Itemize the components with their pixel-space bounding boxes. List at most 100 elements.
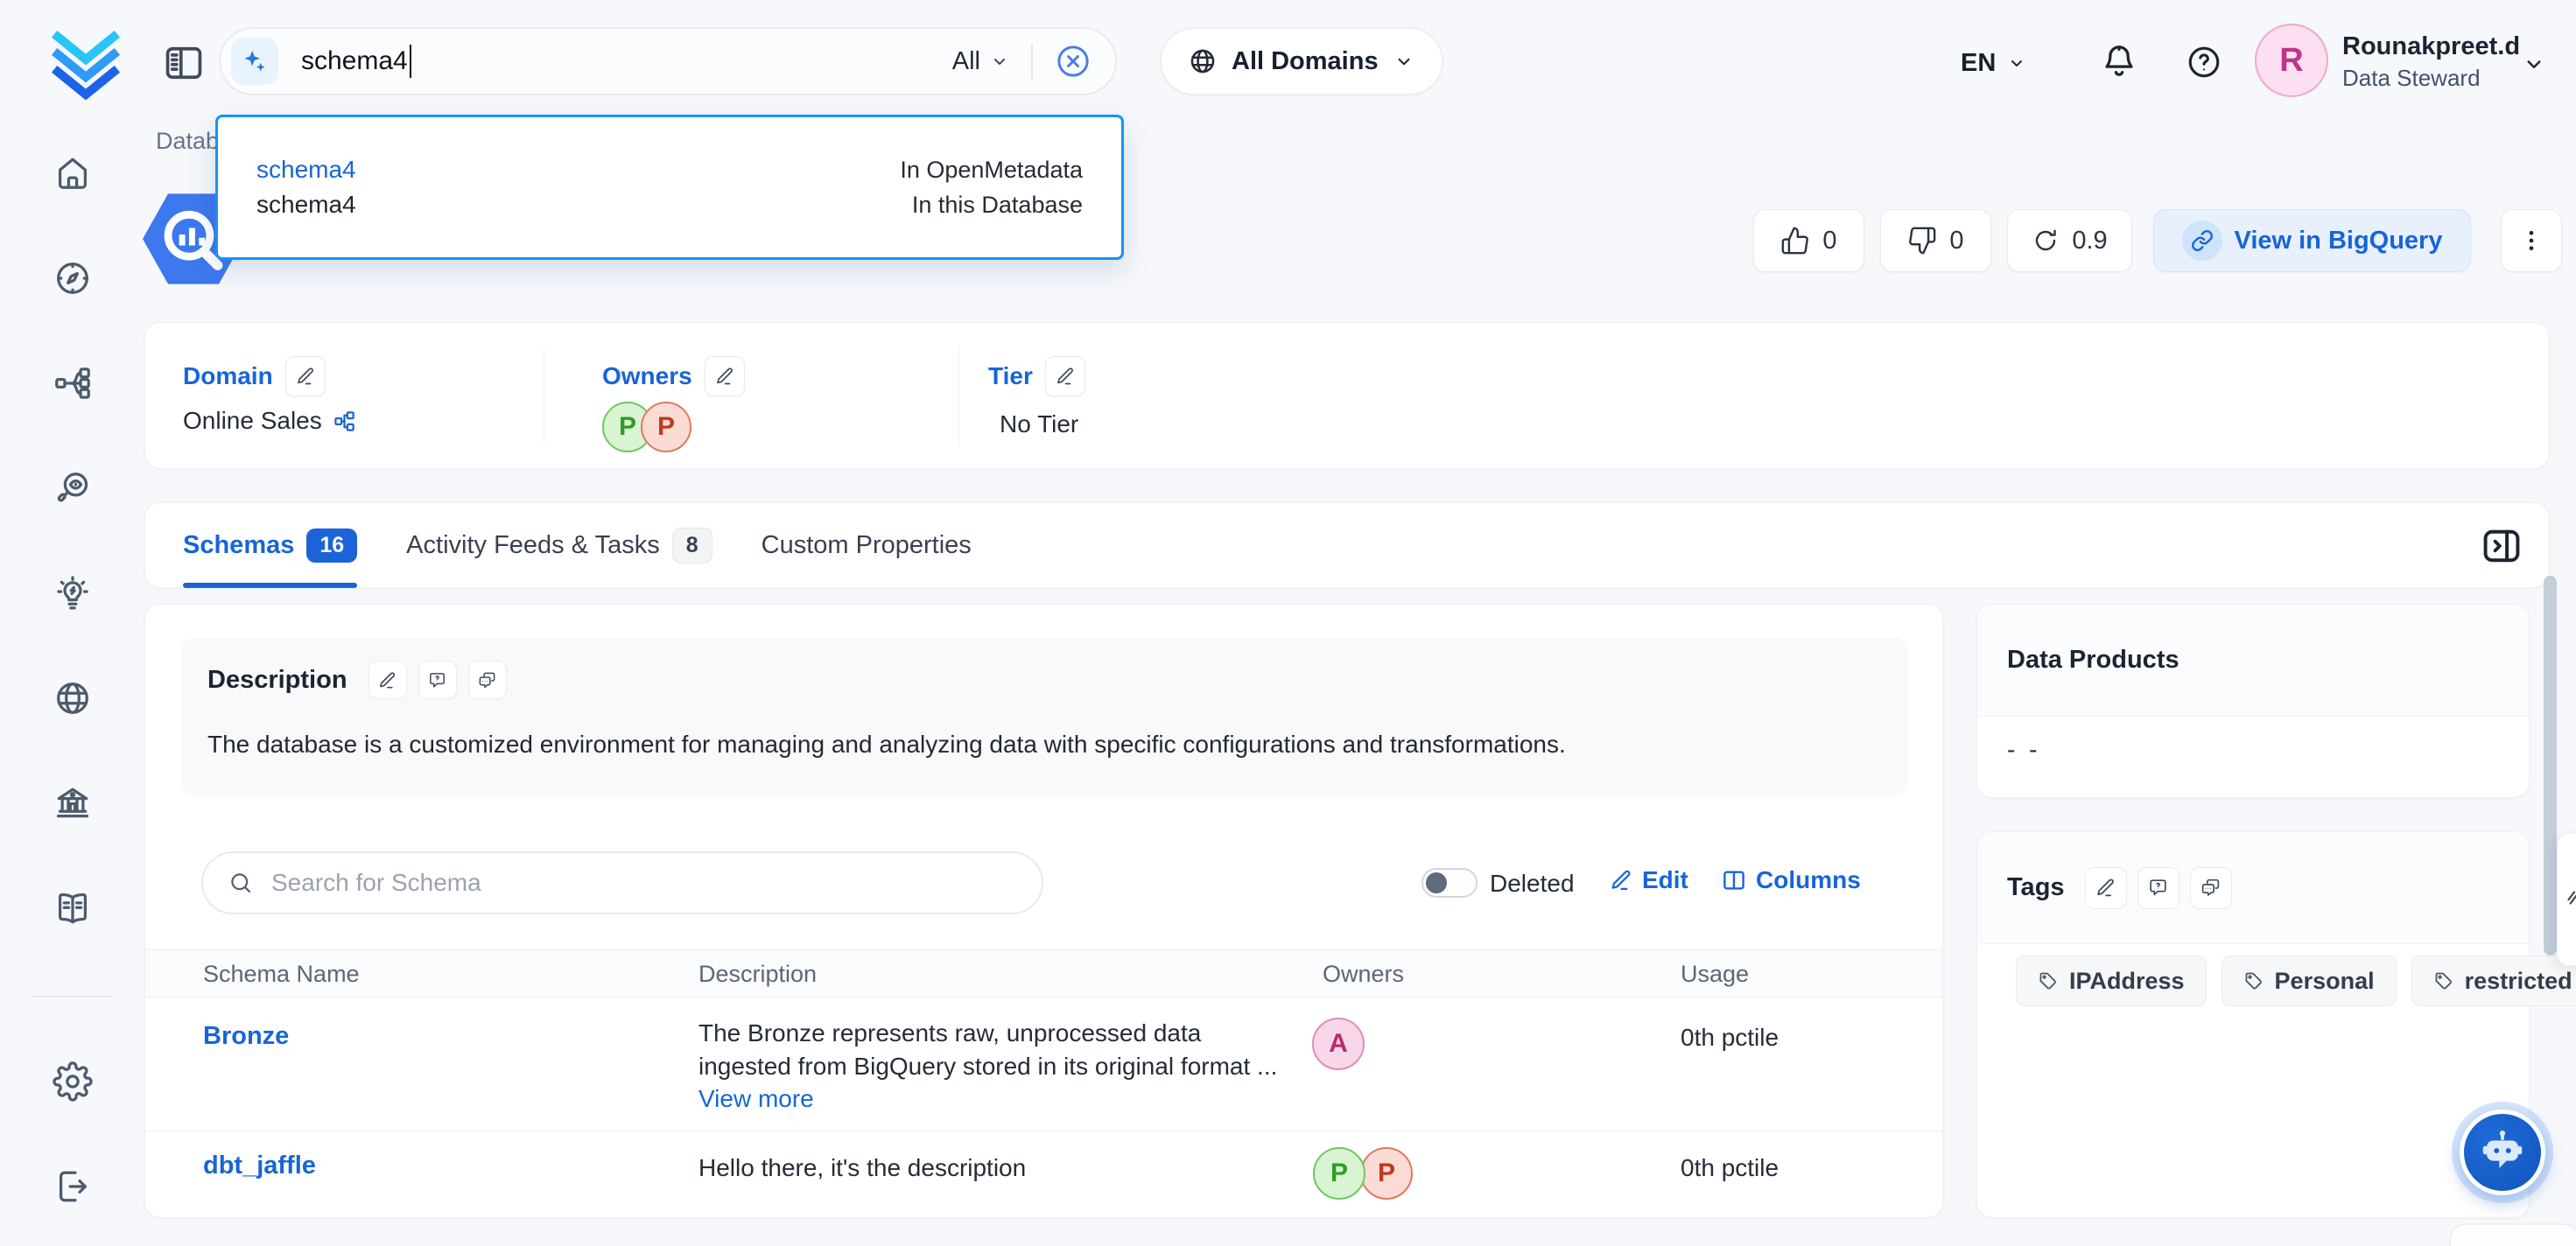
upvote-button[interactable]: 0 bbox=[1753, 209, 1864, 272]
schema-name-link[interactable]: dbt_jaffle bbox=[203, 1152, 316, 1180]
more-actions-button[interactable] bbox=[2501, 209, 2562, 272]
sidebar-toggle-icon[interactable] bbox=[161, 40, 207, 86]
sidebar-item-platform[interactable] bbox=[52, 362, 94, 404]
request-description-button[interactable] bbox=[418, 661, 457, 699]
all-domains-filter[interactable]: All Domains bbox=[1160, 27, 1443, 95]
view-more-link[interactable]: View more bbox=[698, 1085, 1277, 1113]
user-menu-chevron[interactable] bbox=[2521, 51, 2547, 77]
sidebar-item-settings[interactable] bbox=[52, 1060, 94, 1102]
sidebar-item-logout[interactable] bbox=[52, 1166, 94, 1208]
search-scope-select[interactable]: All bbox=[952, 47, 1010, 76]
tag-icon bbox=[2433, 970, 2454, 991]
language-selector[interactable]: EN bbox=[1961, 44, 2027, 82]
upvote-count: 0 bbox=[1822, 227, 1836, 256]
user-menu[interactable]: Rounakpreet.d Data Steward bbox=[2342, 30, 2520, 93]
tag-chip[interactable]: Personal bbox=[2222, 956, 2397, 1006]
sidebar-item-home[interactable] bbox=[52, 152, 94, 194]
global-search-bar[interactable]: schema4 All bbox=[219, 27, 1117, 95]
search-icon bbox=[228, 870, 254, 896]
text-caret bbox=[410, 45, 411, 78]
edit-domain-button[interactable] bbox=[285, 356, 326, 396]
link-icon bbox=[2182, 220, 2222, 261]
comment-question-icon bbox=[2147, 877, 2169, 899]
tag-chip-label: Personal bbox=[2275, 968, 2375, 995]
globe-icon bbox=[53, 678, 93, 718]
openmetadata-logo[interactable] bbox=[44, 19, 128, 103]
domain-value[interactable]: Online Sales bbox=[183, 407, 322, 435]
schema-name-link[interactable]: Bronze bbox=[203, 1022, 289, 1051]
schema-description: The Bronze represents raw, unprocessed d… bbox=[698, 1017, 1277, 1050]
notifications-button[interactable] bbox=[2099, 41, 2139, 81]
app-root: schema4 All All Domains EN R Rounakpreet… bbox=[0, 0, 2576, 1246]
help-button[interactable] bbox=[2185, 43, 2223, 81]
chevron-down-icon bbox=[2521, 51, 2547, 77]
chat-bot-button[interactable] bbox=[2460, 1110, 2545, 1195]
tag-chip[interactable]: restricted bbox=[2411, 956, 2576, 1006]
suggestion-context: In OpenMetadata bbox=[900, 157, 1083, 184]
downvote-count: 0 bbox=[1949, 227, 1963, 256]
edit-table-button[interactable]: Edit bbox=[1609, 866, 1688, 894]
owner-avatar-initial: P bbox=[657, 412, 675, 442]
sidebar-item-govern[interactable] bbox=[52, 782, 94, 824]
pencil-icon bbox=[1609, 868, 1633, 892]
tags-conversations-button[interactable] bbox=[2190, 867, 2232, 909]
breadcrumb[interactable]: Datab bbox=[156, 128, 219, 155]
view-in-bigquery-label: View in BigQuery bbox=[2235, 227, 2443, 256]
columns-config-button[interactable]: Columns bbox=[1721, 866, 1861, 894]
sidebar-item-glossary[interactable] bbox=[52, 887, 94, 929]
owner-avatar[interactable]: P bbox=[1360, 1147, 1413, 1200]
expand-right-panel-button[interactable] bbox=[2479, 523, 2524, 569]
tab-activity-feeds[interactable]: Activity Feeds & Tasks 8 bbox=[406, 502, 712, 588]
suggestion-context: In this Database bbox=[912, 192, 1083, 219]
sidebar-item-domains[interactable] bbox=[52, 677, 94, 719]
column-header[interactable]: Usage bbox=[1681, 961, 1749, 988]
search-clear-button[interactable] bbox=[1054, 42, 1092, 80]
tab-custom-properties[interactable]: Custom Properties bbox=[762, 502, 972, 588]
sidebar-item-observability[interactable] bbox=[52, 467, 94, 509]
conversations-icon-button[interactable] bbox=[468, 661, 507, 699]
owner-avatar[interactable]: P bbox=[1313, 1147, 1365, 1200]
chevron-down-icon bbox=[1393, 50, 1415, 73]
edit-description-button[interactable] bbox=[369, 661, 407, 699]
suggestion-item[interactable]: schema4 In this Database bbox=[256, 187, 1083, 222]
schema-search-box[interactable] bbox=[201, 851, 1043, 914]
search-input[interactable]: schema4 bbox=[301, 45, 952, 78]
collapsed-side-widget[interactable] bbox=[2557, 833, 2576, 966]
toggle-knob bbox=[1426, 872, 1447, 893]
pencil-icon bbox=[377, 670, 397, 690]
edit-tier-button[interactable] bbox=[1045, 356, 1085, 396]
suggestion-label: schema4 bbox=[256, 191, 356, 219]
sidebar-item-explore[interactable] bbox=[52, 257, 94, 299]
sidebar-item-insights[interactable] bbox=[52, 572, 94, 614]
entity-tab-bar: Schemas 16 Activity Feeds & Tasks 8 Cust… bbox=[144, 502, 2550, 588]
downvote-button[interactable]: 0 bbox=[1880, 209, 1991, 272]
schema-search-input[interactable] bbox=[270, 868, 1017, 898]
deleted-toggle[interactable] bbox=[1421, 868, 1478, 898]
tag-chip[interactable]: IPAddress bbox=[2016, 956, 2207, 1006]
help-icon bbox=[2185, 43, 2223, 81]
owner-avatar[interactable]: P bbox=[641, 402, 691, 452]
page-scrollbar[interactable] bbox=[2544, 576, 2557, 956]
active-tab-underline bbox=[183, 583, 357, 588]
edit-owners-button[interactable] bbox=[705, 356, 745, 396]
quality-score-button[interactable]: 0.9 bbox=[2007, 209, 2132, 272]
home-icon bbox=[53, 153, 93, 193]
tag-chip-label: restricted bbox=[2465, 968, 2572, 995]
globe-small-icon bbox=[1188, 46, 1218, 76]
tags-header: Tags bbox=[1977, 832, 2529, 944]
owner-avatar[interactable]: A bbox=[1312, 1018, 1365, 1070]
column-header[interactable]: Owners bbox=[1323, 961, 1404, 988]
pencil-icon bbox=[1055, 366, 1076, 387]
search-eye-icon bbox=[53, 468, 93, 508]
owners-label: Owners bbox=[602, 362, 692, 390]
tab-schemas[interactable]: Schemas 16 bbox=[183, 502, 357, 588]
ai-sparkle-icon[interactable] bbox=[231, 38, 278, 85]
edit-tags-button[interactable] bbox=[2085, 867, 2127, 909]
request-tags-button[interactable] bbox=[2137, 867, 2179, 909]
column-header[interactable]: Schema Name bbox=[203, 961, 360, 988]
view-in-bigquery-button[interactable]: View in BigQuery bbox=[2153, 209, 2471, 272]
search-scope-value: All bbox=[952, 47, 980, 76]
user-avatar[interactable]: R bbox=[2255, 24, 2328, 97]
column-header[interactable]: Description bbox=[698, 961, 817, 988]
suggestion-item[interactable]: schema4 In OpenMetadata bbox=[256, 152, 1083, 187]
